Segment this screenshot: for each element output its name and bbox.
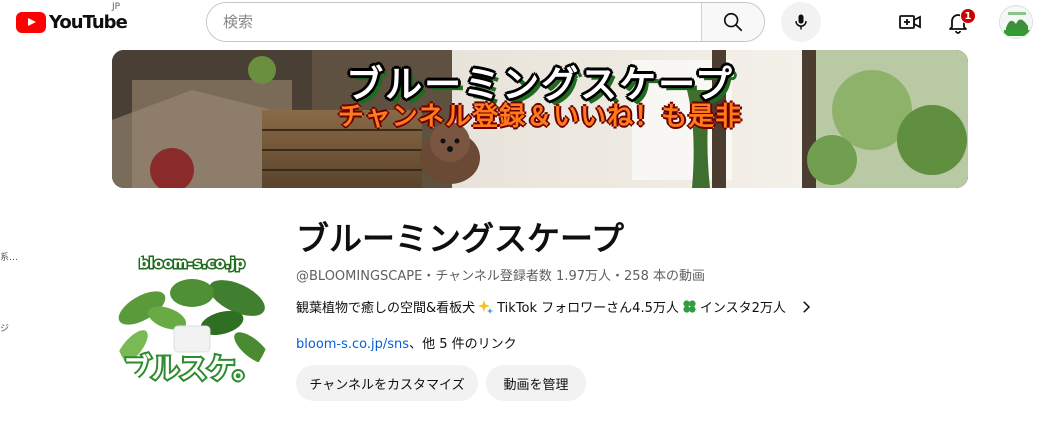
video-count: 258 本の動画 — [624, 269, 705, 284]
customize-channel-button[interactable]: チャンネルをカスタマイズ — [296, 365, 478, 401]
meta-separator: ・ — [422, 269, 436, 284]
channel-avatar-text-top: bloom-s.co.jp — [139, 256, 245, 272]
avatar-image — [1000, 6, 1032, 38]
create-button[interactable] — [896, 8, 924, 36]
notification-count-badge: 1 — [960, 8, 976, 24]
account-avatar[interactable] — [999, 5, 1033, 39]
voice-search-button[interactable] — [781, 2, 821, 42]
channel-links: bloom-s.co.jp/sns、他 5 件のリンク — [296, 333, 517, 352]
microphone-icon — [795, 14, 807, 30]
top-bar: YouTube JP 1 — [0, 0, 1049, 44]
youtube-play-icon — [16, 11, 46, 33]
manage-videos-button[interactable]: 動画を管理 — [486, 365, 586, 401]
meta-separator: ・ — [611, 269, 625, 284]
channel-meta: @BLOOMINGSCAPE・チャンネル登録者数 1.97万人・258 本の動画 — [296, 265, 705, 284]
search-icon — [723, 12, 743, 32]
four-leaf-clover-icon — [683, 300, 696, 313]
description-text: TikTok フォロワーさん4.5万人 — [497, 301, 679, 316]
sparkles-emoji-icon — [478, 299, 494, 314]
description-text: インスタ2万人 — [699, 301, 786, 316]
channel-avatar-image: bloom-s.co.jp ブルスケ。 — [112, 238, 272, 398]
left-edge-fragment: 系… — [0, 253, 19, 263]
description-text: 観葉植物で癒しの空間&看板犬 — [296, 301, 476, 316]
video-camera-plus-icon — [899, 15, 921, 29]
channel-avatar[interactable]: bloom-s.co.jp ブルスケ。 — [112, 238, 272, 398]
channel-handle: @BLOOMINGSCAPE — [296, 269, 423, 284]
subscriber-count: チャンネル登録者数 1.97万人 — [435, 269, 612, 284]
search-box — [206, 2, 765, 42]
channel-description[interactable]: 観葉植物で癒しの空間&看板犬 TikTok フォロワーさん4.5万人 インスタ2… — [296, 297, 815, 316]
channel-link[interactable]: bloom-s.co.jp/sns — [296, 337, 409, 352]
channel-avatar-text-bottom: ブルスケ。 — [123, 352, 260, 385]
more-links-text[interactable]: 、他 5 件のリンク — [409, 337, 517, 352]
banner-subtitle: チャンネル登録＆いいね！も是非 — [337, 102, 743, 132]
channel-banner: ブルーミングスケープ チャンネル登録＆いいね！も是非 — [112, 50, 968, 188]
logo-text: YouTube — [49, 11, 128, 33]
search-button[interactable] — [701, 3, 764, 41]
left-edge-fragment: ジ — [0, 324, 10, 334]
logo-country-code: JP — [112, 2, 121, 12]
youtube-logo[interactable]: YouTube — [16, 9, 128, 35]
chevron-right-icon — [803, 300, 810, 313]
channel-name: ブルーミングスケープ — [296, 219, 625, 258]
search-input[interactable] — [207, 3, 701, 41]
